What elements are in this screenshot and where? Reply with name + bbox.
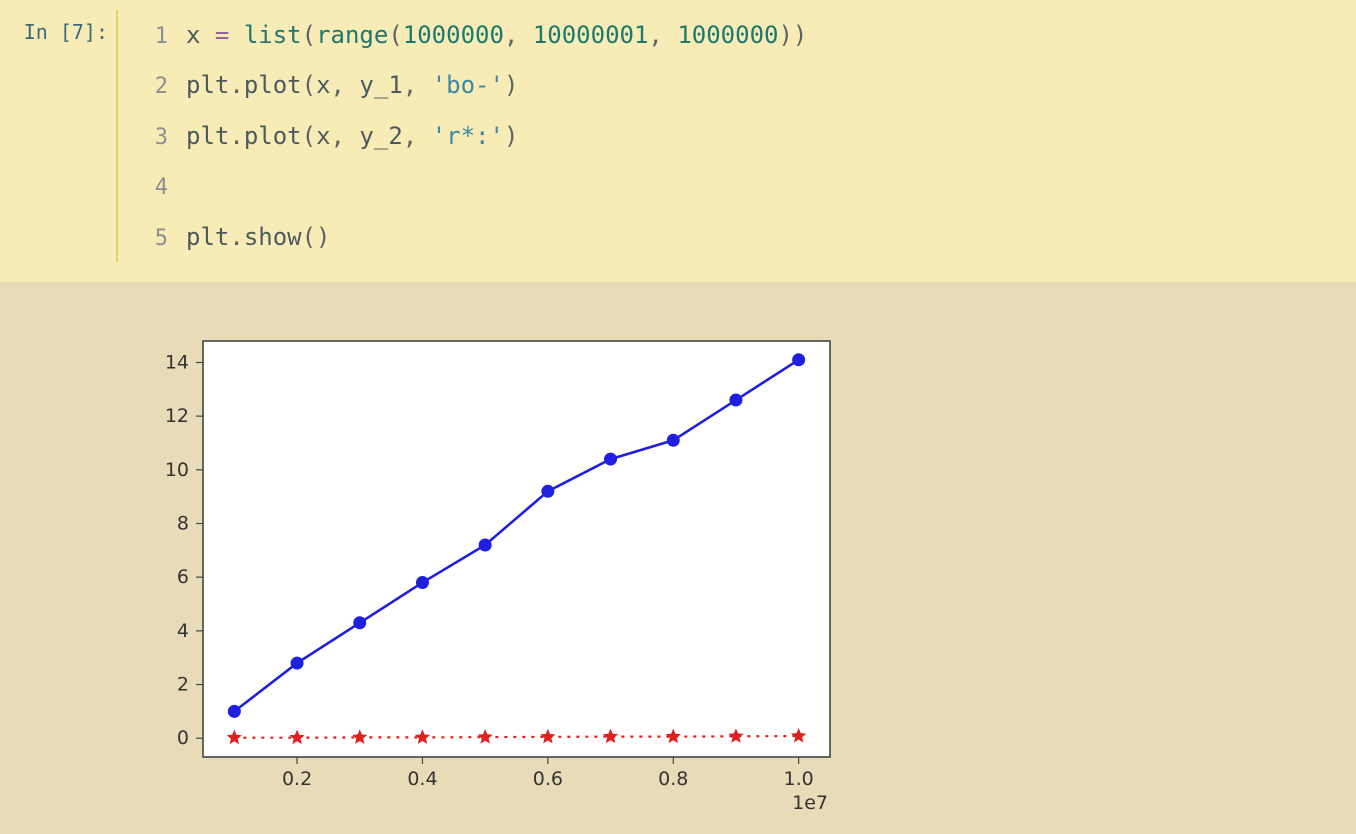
- series-y1-marker: [353, 616, 366, 629]
- code-source[interactable]: plt.plot(x, y_1, 'bo-'): [186, 60, 518, 110]
- code-source[interactable]: x = list(range(1000000, 10000001, 100000…: [186, 10, 807, 60]
- y-tick-label: 2: [177, 673, 189, 695]
- input-prompt: In [7]:: [6, 10, 116, 262]
- y-tick-label: 14: [165, 351, 189, 373]
- matplotlib-figure: 0 2 4 6 8 10 12 14 0.2 0.4 0.6 0.8 1.01e7: [118, 317, 858, 822]
- line-number: 4: [128, 165, 186, 211]
- line-number: 5: [128, 216, 186, 262]
- code-source[interactable]: plt.show(): [186, 212, 331, 262]
- output-cell: 0 2 4 6 8 10 12 14 0.2 0.4 0.6 0.8 1.01e7: [0, 282, 1356, 822]
- code-line[interactable]: 1x = list(range(1000000, 10000001, 10000…: [128, 10, 1356, 60]
- line-number: 1: [128, 14, 186, 60]
- y-tick-label: 0: [177, 727, 189, 749]
- series-y1-marker: [792, 353, 805, 366]
- x-offset-label: 1e7: [792, 792, 828, 814]
- code-source[interactable]: [186, 161, 200, 211]
- code-line[interactable]: 5plt.show(): [128, 212, 1356, 262]
- line-number: 3: [128, 115, 186, 161]
- series-y1-marker: [729, 393, 742, 406]
- y-tick-label: 8: [177, 512, 189, 534]
- series-y1-marker: [416, 576, 429, 589]
- y-tick-label: 4: [177, 620, 189, 642]
- code-source[interactable]: plt.plot(x, y_2, 'r*:'): [186, 111, 518, 161]
- series-y1-marker: [479, 538, 492, 551]
- x-tick-label: 0.8: [658, 768, 688, 790]
- y-tick-label: 10: [165, 459, 189, 481]
- line-number: 2: [128, 64, 186, 110]
- prompt-label: In [7]:: [24, 20, 108, 44]
- code-editor[interactable]: 1x = list(range(1000000, 10000001, 10000…: [116, 10, 1356, 262]
- x-tick-label: 1.0: [784, 768, 814, 790]
- y-tick-label: 12: [165, 405, 189, 427]
- y-tick-label: 6: [177, 566, 189, 588]
- code-line[interactable]: 4: [128, 161, 1356, 211]
- code-line[interactable]: 2plt.plot(x, y_1, 'bo-'): [128, 60, 1356, 110]
- x-tick-label: 0.2: [282, 768, 312, 790]
- series-y1-marker: [604, 453, 617, 466]
- code-line[interactable]: 3plt.plot(x, y_2, 'r*:'): [128, 111, 1356, 161]
- series-y1-marker: [541, 485, 554, 498]
- series-y1-marker: [667, 434, 680, 447]
- code-cell: In [7]: 1x = list(range(1000000, 1000000…: [0, 0, 1356, 282]
- series-y1-marker: [291, 657, 304, 670]
- x-tick-label: 0.6: [533, 768, 563, 790]
- series-y1-marker: [228, 705, 241, 718]
- x-tick-label: 0.4: [407, 768, 437, 790]
